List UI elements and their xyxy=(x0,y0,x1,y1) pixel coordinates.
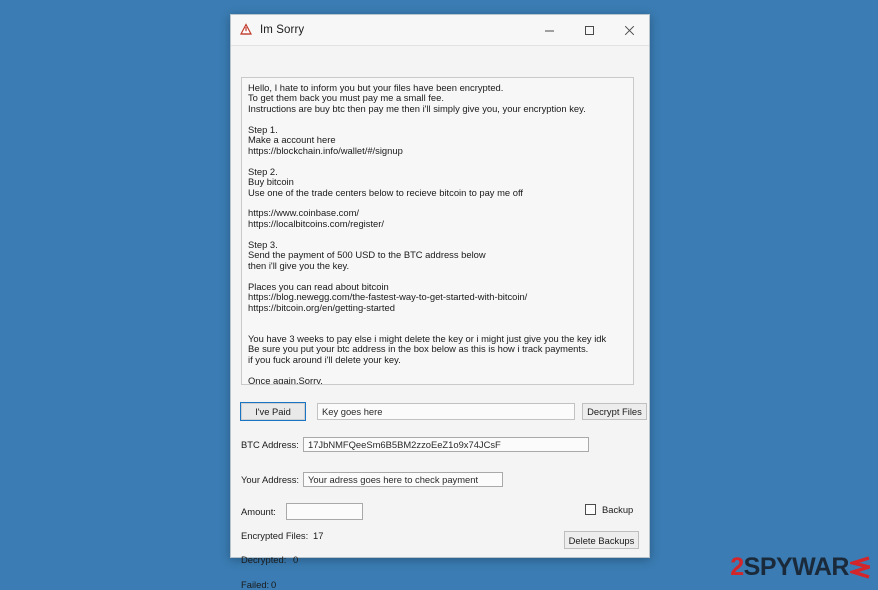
failed-value: 0 xyxy=(271,579,277,590)
amount-label: Amount: xyxy=(241,506,276,517)
delete-backups-button[interactable]: Delete Backups xyxy=(564,531,639,549)
watermark-part-3-e-icon xyxy=(850,555,870,580)
decrypted-label: Decrypted: xyxy=(241,554,287,565)
your-address-input[interactable]: Your adress goes here to check payment xyxy=(303,472,503,487)
your-address-label: Your Address: xyxy=(241,474,300,485)
encrypted-files-label: Encrypted Files: xyxy=(241,530,309,541)
decrypted-value: 0 xyxy=(293,554,299,565)
watermark-2spyware: 2 SPYWAR xyxy=(730,555,870,580)
watermark-part-2: SPYWAR xyxy=(743,553,850,581)
btc-address-input[interactable]: 17JbNMFQeeSm6B5BM2zzoEeZ1o9x74JCsF xyxy=(303,437,589,452)
btc-address-row: BTC Address: 17JbNMFQeeSm6B5BM2zzoEeZ1o9… xyxy=(241,437,589,452)
your-address-row: Your Address: Your adress goes here to c… xyxy=(241,472,503,487)
amount-row: Amount: xyxy=(241,503,363,520)
failed-row: Failed: 0 xyxy=(241,579,276,590)
amount-input[interactable] xyxy=(286,503,363,520)
maximize-button[interactable] xyxy=(569,16,609,45)
ransom-note-text: Hello, I hate to inform you but your fil… xyxy=(241,77,634,385)
ive-paid-button[interactable]: I've Paid xyxy=(240,402,306,421)
encrypted-files-value: 17 xyxy=(313,530,324,541)
backup-checkbox-label: Backup xyxy=(602,504,634,515)
title-bar[interactable]: Im Sorry xyxy=(231,15,649,46)
action-row: I've Paid Key goes here Decrypt Files xyxy=(240,402,647,421)
ransomware-window: Im Sorry Hello, I hate to inform you but… xyxy=(230,14,650,590)
minimize-button[interactable] xyxy=(529,16,569,45)
decrypt-files-button[interactable]: Decrypt Files xyxy=(582,403,647,420)
key-input[interactable]: Key goes here xyxy=(317,403,575,420)
failed-label: Failed: xyxy=(241,579,270,590)
backup-checkbox[interactable] xyxy=(585,504,596,515)
encrypted-files-row: Encrypted Files: 17 xyxy=(241,530,323,541)
watermark-part-1: 2 xyxy=(730,553,744,581)
close-button[interactable] xyxy=(609,16,649,45)
btc-address-label: BTC Address: xyxy=(241,439,299,450)
window-title: Im Sorry xyxy=(260,24,305,36)
client-area: Hello, I hate to inform you but your fil… xyxy=(231,46,649,590)
backup-checkbox-row[interactable]: Backup xyxy=(585,504,633,515)
decrypted-row: Decrypted: 0 xyxy=(241,554,298,565)
app-icon xyxy=(240,23,252,35)
